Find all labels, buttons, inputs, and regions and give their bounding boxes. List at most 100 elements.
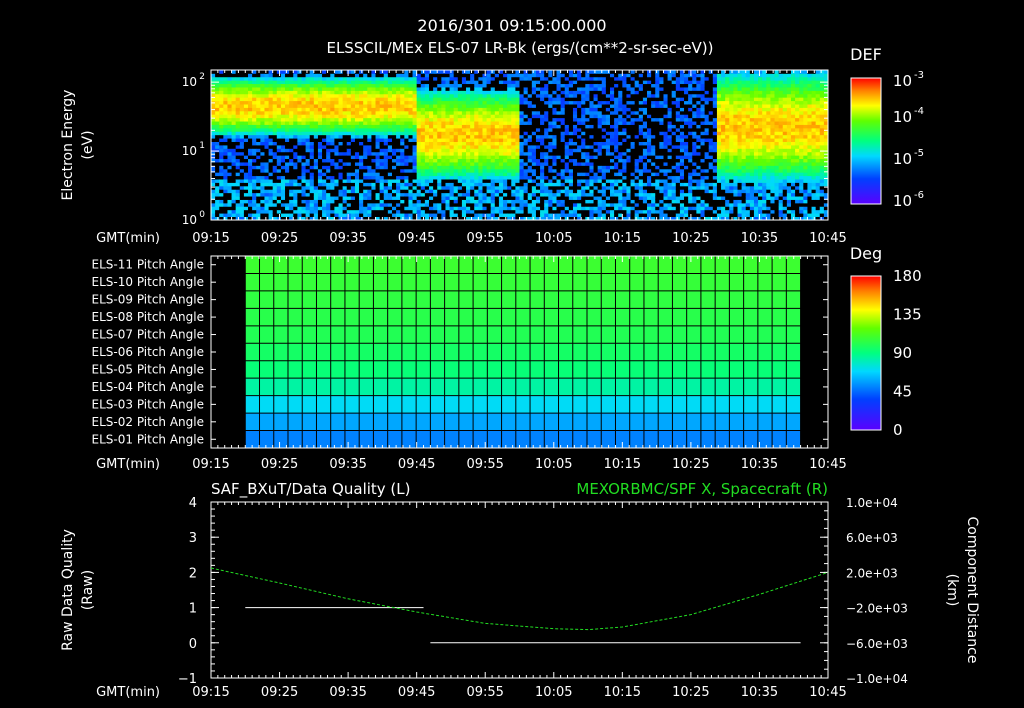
spectrogram-cell <box>597 93 603 98</box>
spectrogram-cell <box>387 93 393 98</box>
spectrogram-cell <box>593 90 599 95</box>
spectrogram-cell <box>581 148 586 153</box>
spectrogram-cell <box>449 151 455 156</box>
spectrogram-cell <box>626 179 631 183</box>
spectrogram-cell <box>486 100 492 105</box>
spectrogram-cell <box>280 185 286 190</box>
spectrogram-cell <box>260 93 265 98</box>
spectrogram-cell <box>391 145 397 149</box>
spectrogram-cell <box>503 117 508 122</box>
spectrogram-cell <box>231 114 237 119</box>
spectrogram-cell <box>597 148 603 153</box>
spectrogram-cell <box>663 196 668 200</box>
spectrogram-cell <box>647 165 652 170</box>
spectrogram-cell <box>474 141 479 146</box>
spectrogram-cell <box>354 90 360 95</box>
spectrogram-cell <box>605 145 611 149</box>
spectrogram-cell <box>400 104 405 108</box>
spectrogram-cell <box>614 121 619 125</box>
spectrogram-cell <box>326 165 331 170</box>
spectrogram-cell <box>453 80 459 85</box>
spectrogram-cell <box>535 90 541 95</box>
spectrogram-cell <box>560 73 566 78</box>
spectrogram-cell <box>416 110 422 115</box>
spectrogram-cell <box>219 73 224 78</box>
spectrogram-cell <box>507 124 512 129</box>
spectrogram-cell <box>589 87 594 91</box>
spectrogram-cell <box>350 107 356 112</box>
spectrogram-cell <box>379 104 385 108</box>
spectrogram-cell <box>663 121 668 125</box>
spectrogram-cell <box>515 76 520 81</box>
spectrogram-cell <box>531 175 537 180</box>
spectrogram-cell <box>272 97 278 102</box>
spectrogram-cell <box>605 182 611 187</box>
spectrogram-cell <box>511 155 516 160</box>
spectrogram-cell <box>359 104 364 108</box>
spectrogram-cell <box>396 76 401 81</box>
spectrogram-cell <box>338 97 344 102</box>
spectrogram-cell <box>260 138 265 142</box>
spectrogram-cell <box>309 80 315 85</box>
spectrogram-cell <box>272 83 278 88</box>
spectrogram-cell <box>466 138 471 142</box>
spectrogram-cell <box>568 114 574 119</box>
spectrogram-cell <box>609 172 615 177</box>
spectrogram-cell <box>256 114 261 119</box>
spectrogram-cell <box>659 213 664 217</box>
spectrogram-cell <box>572 117 578 122</box>
spectrogram-cell <box>581 70 586 74</box>
spectrogram-cell <box>350 138 356 142</box>
spectrogram-cell <box>383 162 389 166</box>
spectrogram-cell <box>470 93 475 98</box>
spectrogram-cell <box>667 110 673 115</box>
spectrogram-cell <box>642 134 648 139</box>
spectrogram-cell <box>227 73 232 78</box>
spectrogram-cell <box>334 165 339 170</box>
spectrogram-cell <box>605 155 611 160</box>
spectrogram-cell <box>634 199 640 204</box>
spectrogram-cell <box>581 172 586 177</box>
spectrogram-cell <box>305 97 311 102</box>
spectrogram-cell <box>441 162 446 166</box>
spectrogram-cell <box>367 172 372 177</box>
spectrogram-cell <box>552 209 557 214</box>
spectrogram-cell <box>564 124 570 129</box>
spectrogram-cell <box>371 202 376 207</box>
spectrogram-cell <box>346 107 352 112</box>
spectrogram-cell <box>490 206 496 211</box>
spectrogram-cell <box>309 131 315 136</box>
spectrogram-cell <box>334 209 339 214</box>
spectrogram-cell <box>330 83 335 88</box>
spectrogram-cell <box>482 189 487 194</box>
spectrogram-cell <box>572 179 578 183</box>
spectrogram-cell <box>342 162 348 166</box>
spectrogram-cell <box>609 114 615 119</box>
spectrogram-cell <box>223 185 228 190</box>
spectrogram-cell <box>527 175 533 180</box>
spectrogram-cell <box>404 134 409 139</box>
spectrogram-cell <box>659 97 664 102</box>
spectrogram-cell <box>412 185 418 190</box>
spectrogram-cell <box>638 206 644 211</box>
spectrogram-cell <box>313 165 319 170</box>
spectrogram-cell <box>614 107 619 112</box>
spectrogram-cell <box>544 121 549 125</box>
spectrogram-cell <box>235 107 241 112</box>
spectrogram-cell <box>280 97 286 102</box>
spectrogram-cell <box>511 117 516 122</box>
spectrogram-cell <box>659 199 664 204</box>
spectrogram-cell <box>420 107 426 112</box>
spectrogram-cell <box>363 100 368 105</box>
spectrogram-cell <box>667 196 673 200</box>
spectrogram-cell <box>535 138 541 142</box>
spectrogram-cell <box>626 124 631 129</box>
spectrogram-cell <box>482 97 487 102</box>
spectrogram-cell <box>655 131 660 136</box>
spectrogram-cell <box>626 199 631 204</box>
spectrogram-cell <box>375 213 381 217</box>
spectrogram-cell <box>371 196 376 200</box>
spectrogram-cell <box>219 138 224 142</box>
spectrogram-cell <box>478 199 483 204</box>
spectrogram-cell <box>387 90 393 95</box>
